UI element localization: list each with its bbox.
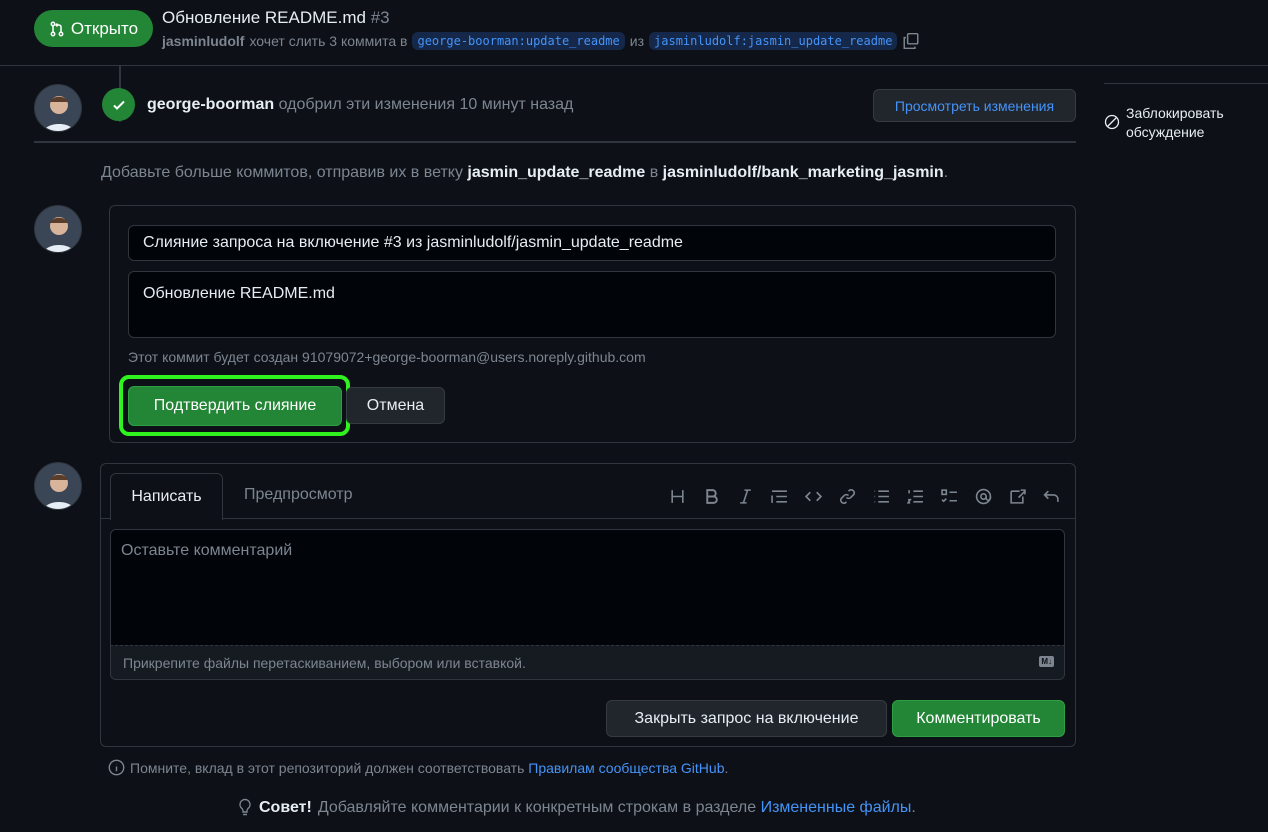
heading-icon[interactable] <box>660 484 694 508</box>
community-guidelines-link[interactable]: Правилам сообщества GitHub <box>528 760 724 776</box>
markdown-icon[interactable]: M↓ <box>1039 656 1054 667</box>
cancel-merge-button[interactable]: Отмена <box>346 387 445 424</box>
confirm-merge-button[interactable]: Подтвердить слияние <box>128 386 342 426</box>
contribution-guidelines-note: Помните, вклад в этот репозиторий должен… <box>108 759 728 776</box>
ordered-list-icon[interactable] <box>898 484 932 508</box>
link-icon[interactable] <box>830 484 864 508</box>
avatar-image <box>35 206 81 252</box>
tab-preview[interactable]: Предпросмотр <box>244 486 353 504</box>
sidebar-separator <box>1104 83 1268 84</box>
copy-icon[interactable] <box>902 32 920 50</box>
reference-icon[interactable] <box>1000 484 1034 508</box>
pr-state-label: Открыто <box>70 18 139 38</box>
pr-title: Обновление README.md #3 <box>162 8 390 27</box>
bold-icon[interactable] <box>694 484 728 508</box>
block-icon <box>1104 114 1120 130</box>
avatar[interactable] <box>34 84 82 132</box>
merge-title-input[interactable]: Слияние запроса на включение #3 из jasmi… <box>128 225 1056 261</box>
view-changes-button[interactable]: Просмотреть изменения <box>873 89 1076 122</box>
pr-state-badge: Открыто <box>34 10 153 47</box>
attach-files-bar[interactable]: Прикрепите файлы перетаскиванием, выборо… <box>110 645 1065 680</box>
markdown-toolbar <box>660 484 1068 508</box>
review-event: george-boorman одобрил эти изменения 10 … <box>147 96 574 113</box>
comment-button[interactable]: Комментировать <box>892 700 1065 737</box>
reviewer-link[interactable]: george-boorman <box>147 96 274 113</box>
tab-write[interactable]: Написать <box>110 473 223 520</box>
hint-branch-name: jasmin_update_readme <box>467 164 646 181</box>
tab-bar-border <box>100 518 1076 519</box>
lightbulb-icon <box>239 798 251 816</box>
lock-conversation-link[interactable]: Заблокировать обсуждение <box>1104 104 1224 142</box>
quote-icon[interactable] <box>762 484 796 508</box>
mention-icon[interactable] <box>966 484 1000 508</box>
avatar-image <box>35 85 81 131</box>
close-pull-request-button[interactable]: Закрыть запрос на включение <box>606 700 887 737</box>
approved-badge <box>102 88 135 121</box>
pr-subtitle: jasminludolf хочет слить 3 коммита в geo… <box>162 32 920 50</box>
protip-label: Совет! <box>259 798 312 816</box>
task-list-icon[interactable] <box>932 484 966 508</box>
undo-icon[interactable] <box>1034 484 1068 508</box>
pr-number: #3 <box>370 8 390 27</box>
protip: Совет! Добавляйте комментарии к конкретн… <box>237 798 916 817</box>
avatar[interactable] <box>34 462 82 510</box>
pr-author-link[interactable]: jasminludolf <box>162 33 244 49</box>
comment-textarea[interactable]: Оставьте комментарий <box>110 529 1065 645</box>
avatar-image <box>35 463 81 509</box>
unordered-list-icon[interactable] <box>864 484 898 508</box>
pull-request-icon <box>50 21 64 36</box>
info-icon <box>108 759 125 776</box>
code-icon[interactable] <box>796 484 830 508</box>
merge-body-textarea[interactable]: Обновление README.md <box>128 271 1056 338</box>
branch-hint: Добавьте больше коммитов, отправив их в … <box>101 164 949 181</box>
files-changed-link[interactable]: Измененные файлы <box>761 799 912 816</box>
hint-repo-name: jasminludolf/bank_marketing_jasmin <box>662 164 944 181</box>
avatar[interactable] <box>34 205 82 253</box>
base-branch[interactable]: george-boorman:update_readme <box>412 32 625 50</box>
check-icon <box>112 100 125 110</box>
commit-author-note: Этот коммит будет создан 91079072+george… <box>128 349 646 365</box>
italic-icon[interactable] <box>728 484 762 508</box>
timeline-divider <box>34 141 1076 143</box>
head-branch[interactable]: jasminludolf:jasmin_update_readme <box>649 32 898 50</box>
